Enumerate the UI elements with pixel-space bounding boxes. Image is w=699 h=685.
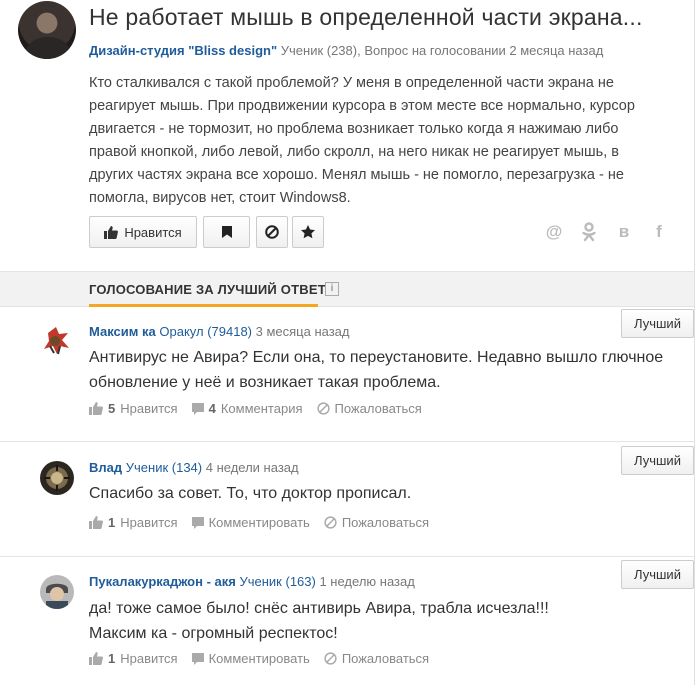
best-answer-button[interactable]: Лучший (621, 309, 694, 338)
question-author-link[interactable]: Дизайн-студия "Bliss design" (89, 43, 277, 58)
answer-meta: Пукалакуркаджон - акя Ученик (163) 1 нед… (89, 574, 415, 589)
at-icon[interactable]: @ (544, 222, 564, 242)
answer-like-link[interactable]: 1 Нравится (89, 651, 178, 666)
answer-time: 4 недели назад (205, 460, 299, 475)
thumbs-up-icon (89, 402, 103, 415)
ban-icon (316, 402, 330, 415)
answer-avatar[interactable] (40, 575, 74, 609)
voting-underline (89, 304, 318, 307)
ban-icon (324, 516, 337, 529)
answer-avatar[interactable] (40, 323, 74, 357)
comment-count: 4 (208, 401, 216, 416)
answer-text: да! тоже самое было! снёс антивирь Авира… (89, 596, 679, 646)
facebook-icon[interactable]: f (649, 222, 669, 242)
thumbs-up-icon (89, 652, 103, 665)
question-meta-info: Ученик (238), Вопрос на голосовании 2 ме… (280, 43, 604, 58)
answer-actions: 1 Нравится Комментировать Пожаловаться (89, 515, 443, 530)
odnoklassniki-icon[interactable] (579, 222, 599, 242)
comment-label: Комментария (220, 401, 303, 416)
question-title: Не работает мышь в определенной части эк… (89, 4, 643, 30)
report-label: Пожаловаться (341, 651, 430, 666)
info-icon[interactable]: i (325, 282, 339, 296)
answer-report-link[interactable]: Пожаловаться (316, 401, 422, 416)
answer-author-rank[interactable]: Ученик (134) (126, 460, 202, 475)
answer-text: Спасибо за совет. То, что доктор прописа… (89, 485, 412, 502)
comment-icon (191, 652, 204, 665)
star-icon (301, 225, 315, 239)
ban-icon (324, 652, 337, 665)
report-label: Пожаловаться (341, 515, 430, 530)
comment-icon (191, 402, 204, 415)
answer-meta: Влад Ученик (134) 4 недели назад (89, 460, 299, 475)
voting-title: ГОЛОСОВАНИЕ ЗА ЛУЧШИЙ ОТВЕТ (89, 282, 326, 297)
answer-divider (0, 441, 695, 442)
answer-text-line: да! тоже самое было! снёс антивирь Авира… (89, 600, 549, 617)
answer-meta: Максим ка Оракул (79418) 3 месяца назад (89, 324, 350, 339)
answer-like-link[interactable]: 1 Нравится (89, 515, 178, 530)
thumbs-up-icon (104, 225, 119, 239)
like-count: 1 (108, 515, 116, 530)
thumbs-up-icon (89, 516, 103, 529)
answer-comments-link[interactable]: 4 Комментария (191, 401, 303, 416)
like-count: 1 (108, 651, 116, 666)
answer-comment-link[interactable]: Комментировать (191, 515, 310, 530)
question-meta: Дизайн-студия "Bliss design" Ученик (238… (89, 43, 603, 58)
answer-author-link[interactable]: Максим ка (89, 324, 156, 339)
answer-text: Антивирус не Авира? Если она, то переуст… (89, 349, 664, 391)
best-answer-button[interactable]: Лучший (621, 446, 694, 475)
report-label: Пожаловаться (334, 401, 422, 416)
answer-author-rank[interactable]: Оракул (79418) (159, 324, 252, 339)
bookmark-icon (221, 226, 232, 238)
question-body: Кто сталкивался с такой проблемой? У мен… (89, 75, 635, 206)
answer-avatar[interactable] (40, 461, 74, 495)
like-label: Нравится (120, 515, 178, 530)
answer-report-link[interactable]: Пожаловаться (324, 515, 429, 530)
best-answer-button[interactable]: Лучший (621, 560, 694, 589)
answer-author-rank[interactable]: Ученик (163) (239, 574, 315, 589)
like-button[interactable]: Нравится (89, 216, 197, 248)
bookmark-button[interactable] (203, 216, 250, 248)
like-count: 5 (108, 401, 116, 416)
answer-report-link[interactable]: Пожаловаться (324, 651, 429, 666)
block-button[interactable] (256, 216, 288, 248)
ban-icon (265, 225, 279, 239)
answer-comment-link[interactable]: Комментировать (191, 651, 310, 666)
answer-like-link[interactable]: 5 Нравится (89, 401, 178, 416)
like-button-label: Нравится (124, 224, 182, 240)
answer-time: 1 неделю назад (319, 574, 415, 589)
answer-actions: 5 Нравится 4 Комментария Пожаловаться (89, 401, 436, 416)
question-author-avatar[interactable] (18, 1, 76, 59)
answer-author-link[interactable]: Влад (89, 460, 122, 475)
page-right-border (694, 0, 695, 685)
vk-icon[interactable]: в (614, 222, 634, 242)
comment-label: Комментировать (208, 515, 310, 530)
like-label: Нравится (120, 401, 178, 416)
answer-actions: 1 Нравится Комментировать Пожаловаться (89, 651, 443, 666)
like-label: Нравится (120, 651, 178, 666)
answer-divider (0, 556, 695, 557)
comment-icon (191, 516, 204, 529)
answer-text-line: Максим ка - огромный респектос! (89, 625, 338, 642)
answer-author-link[interactable]: Пукалакуркаджон - акя (89, 574, 236, 589)
star-button[interactable] (292, 216, 324, 248)
answer-time: 3 месяца назад (255, 324, 350, 339)
comment-label: Комментировать (208, 651, 310, 666)
